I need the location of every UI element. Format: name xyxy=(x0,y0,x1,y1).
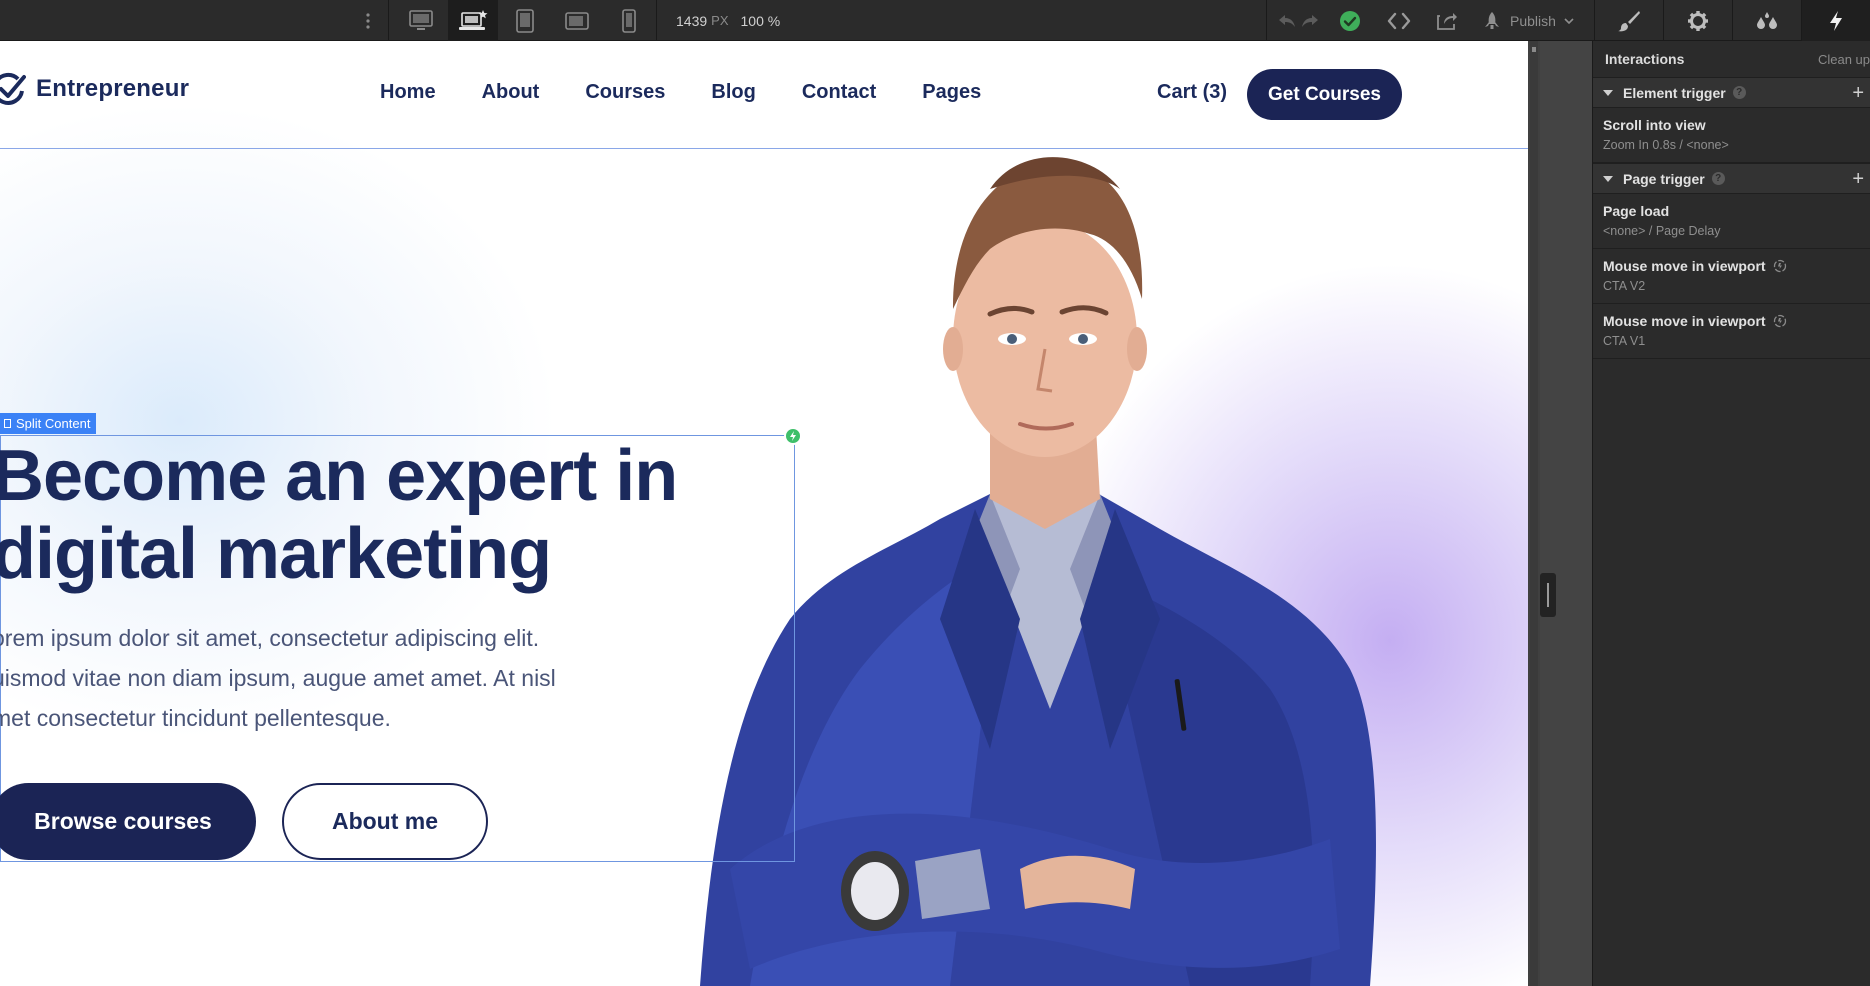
trigger-subtitle: CTA V2 xyxy=(1603,279,1646,293)
site-logo[interactable]: Entrepreneur xyxy=(0,69,189,109)
add-page-trigger-plus-icon[interactable]: + xyxy=(1852,169,1864,189)
checkmark-logo-icon xyxy=(0,72,26,105)
collapse-triangle-icon[interactable] xyxy=(1603,175,1613,182)
rocket-icon xyxy=(1485,11,1499,29)
gear-icon xyxy=(1688,10,1708,31)
toolbar-divider xyxy=(1266,0,1267,41)
trigger-title-row: Mouse move in viewport xyxy=(1603,313,1860,329)
panel-title: Interactions xyxy=(1605,51,1685,67)
drops-icon xyxy=(1757,11,1777,29)
nav-link-courses[interactable]: Courses xyxy=(585,81,665,104)
clean-up-button[interactable]: Clean up xyxy=(1818,52,1870,67)
nav-link-contact[interactable]: Contact xyxy=(802,81,876,104)
loop-icon xyxy=(1773,314,1786,328)
browse-courses-button[interactable]: Browse courses xyxy=(0,783,256,860)
laptop-star-icon[interactable] xyxy=(448,0,498,41)
desktop-icon[interactable] xyxy=(396,0,446,41)
redo-icon[interactable] xyxy=(1300,13,1320,29)
style-manager-panel-tab[interactable] xyxy=(1732,0,1801,41)
collapse-triangle-icon[interactable] xyxy=(1603,89,1613,96)
toolbar-divider xyxy=(656,0,657,41)
nav-link-blog[interactable]: Blog xyxy=(711,81,755,104)
zoom-level: 100 % xyxy=(740,12,781,29)
page-trigger-label: Page trigger xyxy=(1623,170,1705,187)
publish-label: Publish xyxy=(1510,12,1556,29)
phone-icon[interactable] xyxy=(604,0,654,41)
trigger-title: Mouse move in viewport xyxy=(1603,258,1766,274)
trigger-title-row: Mouse move in viewport xyxy=(1603,258,1860,274)
resize-grip xyxy=(1547,583,1549,607)
help-icon[interactable]: ? xyxy=(1711,172,1725,185)
interactions-panel-tab[interactable] xyxy=(1801,0,1870,41)
help-icon[interactable]: ? xyxy=(1732,86,1746,99)
trigger-subtitle: Zoom In 0.8s / <none> xyxy=(1603,138,1729,152)
hero-heading-line-2: digital marketing xyxy=(0,514,552,594)
element-trigger-label: Element trigger xyxy=(1623,84,1726,101)
canvas-width-unit: PX xyxy=(711,13,729,28)
canvas-scrollbar[interactable] xyxy=(1530,41,1538,986)
trigger-title: Mouse move in viewport xyxy=(1603,313,1766,329)
hero-paragraph-line-3: met consectetur tincidunt pellentesque. xyxy=(0,705,391,731)
style-panel-tab[interactable] xyxy=(1594,0,1663,41)
nav-link-about[interactable]: About xyxy=(482,81,540,104)
canvas-margin xyxy=(1540,41,1592,986)
loop-icon xyxy=(1773,259,1786,273)
trigger-item-mouse-move-cta-v2[interactable]: Mouse move in viewport CTA V2 xyxy=(1593,249,1870,304)
settings-panel-tab[interactable] xyxy=(1663,0,1732,41)
trigger-title: Page load xyxy=(1603,203,1670,219)
hero-paragraph-line-2: uismod vitae non diam ipsum, augue amet … xyxy=(0,665,556,691)
element-square-icon xyxy=(4,419,11,428)
hero-portrait-image[interactable] xyxy=(690,149,1410,986)
site-navbar[interactable]: Entrepreneur Home About Courses Blog Con… xyxy=(0,41,1528,149)
code-icon[interactable] xyxy=(1378,0,1420,41)
hero-heading-line-1: Become an expert in xyxy=(0,436,678,516)
lightning-icon xyxy=(1830,10,1842,31)
check-circle-icon[interactable] xyxy=(1330,0,1370,41)
add-element-trigger-plus-icon[interactable]: + xyxy=(1852,83,1864,103)
trigger-title: Scroll into view xyxy=(1603,117,1706,133)
brush-icon xyxy=(1618,10,1640,31)
selection-tag-split-content[interactable]: Split Content xyxy=(0,413,97,434)
nav-link-pages[interactable]: Pages xyxy=(922,81,981,104)
interactions-panel: Interactions Clean up Element trigger ? … xyxy=(1592,41,1870,986)
canvas-width-value: 1439 xyxy=(676,12,708,29)
trigger-subtitle: CTA V1 xyxy=(1603,334,1646,348)
undo-redo-group xyxy=(1273,0,1323,41)
trigger-subtitle: <none> / Page Delay xyxy=(1603,224,1721,238)
hero-paragraph: orem ipsum dolor sit amet, consectetur a… xyxy=(0,618,612,738)
trigger-item-page-load[interactable]: Page load <none> / Page Delay xyxy=(1593,194,1870,249)
hero-paragraph-line-1: orem ipsum dolor sit amet, consectetur a… xyxy=(0,625,540,651)
hero-heading: Become an expert in digital marketing xyxy=(0,437,752,593)
trigger-item-mouse-move-cta-v1[interactable]: Mouse move in viewport CTA V1 xyxy=(1593,304,1870,359)
design-canvas[interactable]: Entrepreneur Home About Courses Blog Con… xyxy=(0,41,1540,986)
tablet-landscape-icon[interactable] xyxy=(552,0,602,41)
panel-header: Interactions Clean up xyxy=(1593,41,1870,77)
selection-tag-label: Split Content xyxy=(16,416,91,431)
panel-tabs xyxy=(1594,0,1870,41)
webflow-designer: 1439 PX 100 % Publish Entrepreneur Home … xyxy=(0,0,1870,986)
more-vertical-icon[interactable] xyxy=(358,0,378,41)
canvas-resize-handle[interactable] xyxy=(1540,573,1556,617)
toolbar-divider xyxy=(388,0,389,41)
undo-icon[interactable] xyxy=(1277,13,1297,29)
canvas-size-readout[interactable]: 1439 PX 100 % xyxy=(676,0,780,41)
logo-text: Entrepreneur xyxy=(36,75,190,102)
interaction-badge-icon[interactable] xyxy=(784,427,802,445)
scroll-up-arrow[interactable] xyxy=(1532,47,1536,55)
tablet-icon[interactable] xyxy=(500,0,550,41)
nav-links: Home About Courses Blog Contact Pages xyxy=(380,81,981,104)
nav-link-home[interactable]: Home xyxy=(380,81,436,104)
page-preview: Entrepreneur Home About Courses Blog Con… xyxy=(0,41,1528,986)
element-trigger-section-header[interactable]: Element trigger ? + xyxy=(1593,77,1870,108)
trigger-item-scroll-into-view[interactable]: Scroll into view Zoom In 0.8s / <none> xyxy=(1593,108,1870,163)
about-me-button[interactable]: About me xyxy=(282,783,488,860)
chevron-down-icon xyxy=(1564,17,1574,24)
publish-button[interactable]: Publish xyxy=(1476,0,1594,41)
top-toolbar: 1439 PX 100 % Publish xyxy=(0,0,1870,41)
export-icon[interactable] xyxy=(1426,0,1468,41)
get-courses-button[interactable]: Get Courses xyxy=(1247,69,1402,120)
cart-link[interactable]: Cart (3) xyxy=(1157,81,1227,104)
page-trigger-section-header[interactable]: Page trigger ? + xyxy=(1593,163,1870,194)
